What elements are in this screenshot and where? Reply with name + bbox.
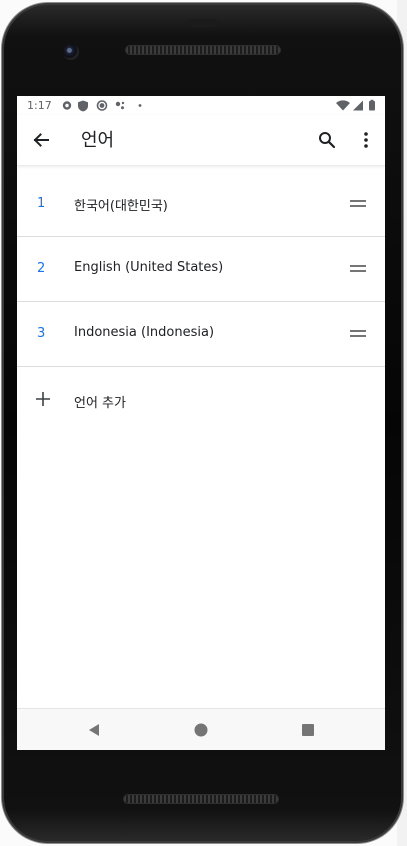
triangle-back-icon [89,724,99,736]
earpiece-slot [188,19,218,27]
language-order-number: 2 [37,261,46,276]
language-row[interactable]: 3 Indonesia (Indonesia) [17,302,385,367]
language-row[interactable]: 1 한국어(대한민국) [17,172,385,237]
more-options-button[interactable] [346,120,385,160]
language-label: 한국어(대한민국) [74,199,168,214]
status-right-icons [336,99,375,111]
sync-icon [96,100,108,111]
page-title: 언어 [81,130,115,151]
arrow-back-icon [33,133,49,147]
dot-icon [138,104,142,107]
wifi-icon [336,100,350,111]
add-language-label: 언어 추가 [74,396,126,411]
search-icon [319,132,336,149]
add-language-button[interactable]: 언어 추가 [17,367,385,431]
more-vert-icon [364,132,368,148]
shield-icon [78,100,88,112]
plus-icon [36,392,50,406]
status-bar: 1:17 [17,96,385,115]
language-row[interactable]: 2 English (United States) [17,237,385,302]
signal-icon [353,100,363,111]
back-button[interactable] [21,120,61,160]
nav-home-button[interactable] [187,717,215,743]
language-order-number: 3 [37,326,46,341]
language-list: 1 한국어(대한민국) 2 English (United States) 3 … [17,172,385,431]
front-camera [63,44,79,60]
language-label: English (United States) [74,260,224,275]
search-button[interactable] [307,120,347,160]
status-time: 1:17 [27,99,52,112]
circle-home-icon [194,723,208,737]
nav-recents-button[interactable] [294,717,322,743]
bottom-speaker-grille [124,795,278,803]
assistant-dots-icon [115,101,125,110]
gear-icon [62,101,72,110]
language-order-number: 1 [37,196,46,211]
app-bar: 언어 [17,115,385,166]
phone-screen: 1:17 언어 1 한국어(대한민국) 2 English (United St… [17,96,385,750]
navigation-bar [17,708,385,750]
drag-handle-icon[interactable] [347,262,371,276]
language-label: Indonesia (Indonesia) [74,325,215,340]
drag-handle-icon[interactable] [347,327,371,341]
status-left-icons [62,100,142,112]
battery-icon [369,99,375,111]
nav-back-button[interactable] [80,717,108,743]
top-speaker-grille [126,46,280,54]
drag-handle-icon[interactable] [347,197,371,211]
square-recents-icon [302,724,314,736]
